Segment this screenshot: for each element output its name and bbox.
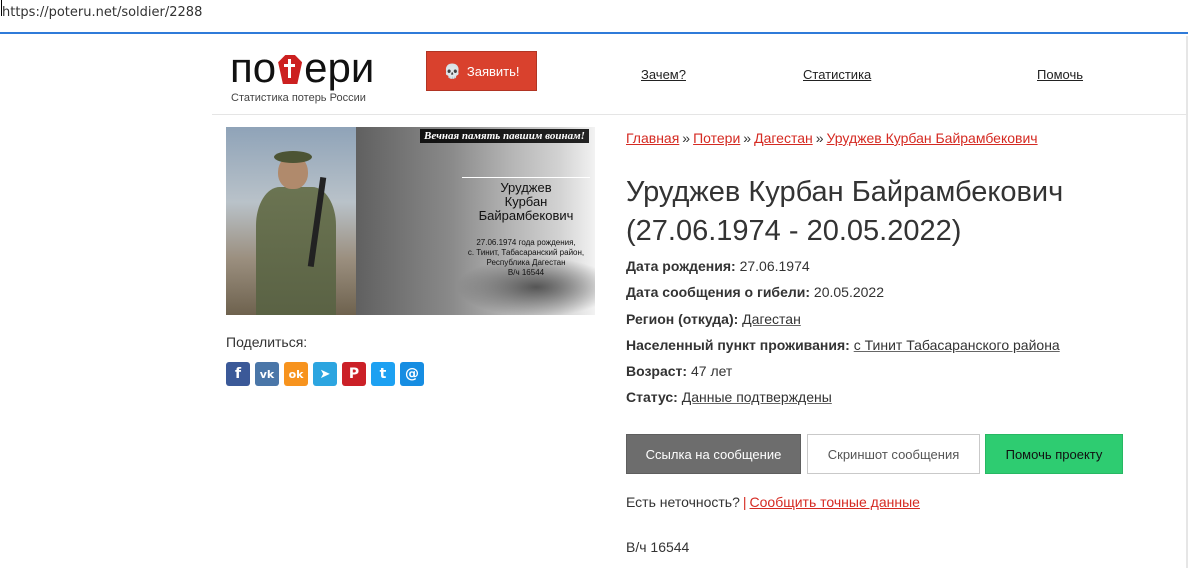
- memorial-photo[interactable]: Вечная память павшим воинам! Уруджев Кур…: [226, 127, 595, 315]
- photo-name-block: Уруджев Курбан Байрамбекович: [462, 177, 590, 223]
- site-logo[interactable]: по ери Статистика потерь России: [230, 46, 374, 105]
- breadcrumb-region[interactable]: Дагестан: [754, 130, 813, 146]
- fact-row-age: Возраст: 47 лет: [626, 363, 1060, 389]
- photo-name-line: Курбан: [504, 194, 548, 209]
- address-bar-url[interactable]: https://poteru.net/soldier/2288: [2, 5, 202, 20]
- report-correct-data-link[interactable]: Сообщить точные данные: [750, 494, 920, 510]
- region-link[interactable]: Дагестан: [742, 311, 801, 327]
- logo-tagline: Статистика потерь России: [231, 92, 366, 104]
- facebook-icon[interactable]: f: [226, 362, 250, 386]
- nav-link-help[interactable]: Помочь: [1037, 67, 1083, 82]
- fact-value: 20.05.2022: [813, 284, 884, 301]
- fact-label: Населенный пункт проживания:: [626, 336, 850, 353]
- logo-wordmark: по ери: [230, 46, 374, 90]
- photo-info-block: 27.06.1974 года рождения, с. Тинит, Таба…: [462, 238, 590, 278]
- logo-text-pre: по: [230, 44, 277, 91]
- photo-info-line: с. Тинит, Табасаранский район,: [467, 248, 585, 257]
- breadcrumb-separator: »: [743, 130, 752, 146]
- message-link-button[interactable]: Ссылка на сообщение: [626, 434, 801, 474]
- photo-info-line: 27.06.1974 года рождения,: [476, 238, 576, 247]
- profile-facts: Дата рождения: 27.06.1974 Дата сообщения…: [626, 258, 1060, 416]
- skull-icon: 💀: [443, 62, 461, 79]
- pinterest-icon[interactable]: P: [342, 362, 366, 386]
- settlement-link[interactable]: с Тинит Табасаранского района: [854, 337, 1060, 353]
- share-label: Поделиться:: [226, 334, 308, 350]
- twitter-icon[interactable]: t: [371, 362, 395, 386]
- fact-label: Дата сообщения о гибели:: [626, 284, 811, 301]
- fact-label: Статус:: [626, 389, 678, 406]
- fact-label: Дата рождения:: [626, 258, 736, 274]
- status-link[interactable]: Данные подтверждены: [682, 389, 832, 405]
- address-bar[interactable]: https://poteru.net/soldier/2288: [0, 0, 1188, 34]
- coffin-cross-icon: [277, 54, 303, 84]
- help-project-button[interactable]: Помочь проекту: [985, 434, 1123, 474]
- breadcrumb: Главная» Потери» Дагестан» Уруджев Курбан Б…: [626, 130, 1038, 146]
- fact-row-settlement: Населенный пункт проживания: с Тинит Таб…: [626, 337, 1060, 363]
- inaccuracy-question: Есть неточность?: [626, 494, 740, 510]
- screenshot-button[interactable]: Скриншот сообщения: [807, 434, 980, 474]
- soldier-cap: [274, 151, 312, 163]
- breadcrumb-separator: »: [682, 130, 691, 146]
- fact-row-death-report-date: Дата сообщения о гибели: 20.05.2022: [626, 284, 1060, 310]
- breadcrumb-separator: »: [815, 130, 824, 146]
- logo-text-post: ери: [304, 44, 375, 91]
- photo-info-line: Республика Дагестан: [486, 258, 566, 267]
- inaccuracy-separator: |: [742, 494, 747, 510]
- fact-label: Возраст:: [626, 363, 688, 380]
- share-icons: f vk ok ➤ P t @: [226, 362, 424, 386]
- fact-label: Регион (откуда):: [626, 310, 739, 327]
- breadcrumb-home[interactable]: Главная: [626, 130, 679, 146]
- fact-value: 27.06.1974: [739, 258, 810, 274]
- odnoklassniki-icon[interactable]: ok: [284, 362, 308, 386]
- fact-row-region: Регион (откуда): Дагестан: [626, 311, 1060, 337]
- breadcrumb-losses[interactable]: Потери: [693, 130, 740, 146]
- fact-row-birth-date: Дата рождения: 27.06.1974: [626, 258, 1060, 284]
- inaccuracy-line: Есть неточность? | Сообщить точные данные: [626, 494, 920, 510]
- telegram-icon[interactable]: ➤: [313, 362, 337, 386]
- military-unit: В/ч 16544: [626, 539, 690, 555]
- report-button-label: Заявить!: [466, 63, 520, 79]
- photo-name-line: Уруджев: [500, 180, 552, 195]
- fact-value: 47 лет: [690, 363, 733, 380]
- nav-link-why[interactable]: Зачем?: [641, 67, 686, 82]
- page-title: Уруджев Курбан Байрамбекович (27.06.1974…: [626, 176, 1064, 247]
- soldier-figure: [256, 187, 336, 315]
- email-icon[interactable]: @: [400, 362, 424, 386]
- vk-icon[interactable]: vk: [255, 362, 279, 386]
- breadcrumb-current[interactable]: Уруджев Курбан Байрамбекович: [827, 130, 1038, 146]
- header-divider: [212, 114, 1188, 115]
- fact-row-status: Статус: Данные подтверждены: [626, 389, 1060, 415]
- photo-info-line: В/ч 16544: [507, 268, 545, 277]
- photo-caption: Вечная память павшим воинам!: [420, 129, 589, 143]
- report-button[interactable]: 💀 Заявить!: [426, 51, 537, 91]
- photo-name-line: Байрамбекович: [478, 208, 574, 223]
- nav-link-statistics[interactable]: Статистика: [803, 67, 871, 82]
